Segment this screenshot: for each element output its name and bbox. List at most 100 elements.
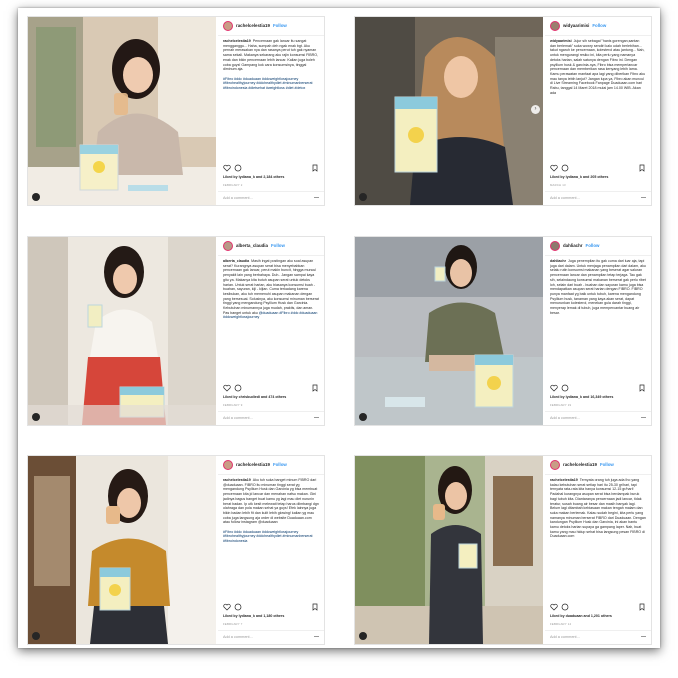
comment-icon[interactable] xyxy=(561,603,569,611)
bookmark-icon[interactable] xyxy=(311,384,319,392)
bookmark-icon[interactable] xyxy=(638,164,646,172)
instagram-icon xyxy=(32,193,40,201)
follow-button[interactable]: Follow xyxy=(273,23,287,28)
post-header: dahliachr Follow xyxy=(545,237,651,256)
likes-count[interactable]: Liked by lydiana_k and 205 others xyxy=(550,175,648,180)
comment-icon[interactable] xyxy=(234,164,242,172)
add-comment-placeholder: Add a comment... xyxy=(550,635,580,639)
post-caption: rachelcelestia19 Aku tuh suka banget minu… xyxy=(223,478,319,598)
heart-icon[interactable] xyxy=(223,603,231,611)
likes-count[interactable]: Liked by chrisbudiedi and 474 others xyxy=(223,395,321,400)
post-header: alberta_claudia Follow xyxy=(218,237,324,256)
instagram-post: rachelcelestia19 Follow rachelcelestia19 P… xyxy=(27,16,325,206)
follow-button[interactable]: Follow xyxy=(592,23,606,28)
likes-count[interactable]: Liked by lydiana_k and 2,184 others xyxy=(223,175,321,180)
add-comment-field[interactable]: Add a comment... xyxy=(545,191,651,205)
post-header: rachelcelestia19 Follow xyxy=(545,456,651,475)
likes-count[interactable]: Liked by lydiana_k and 1,180 others xyxy=(223,614,321,619)
more-options-icon[interactable] xyxy=(314,636,319,637)
add-comment-field[interactable]: Add a comment... xyxy=(545,411,651,425)
post-photo[interactable] xyxy=(28,237,216,425)
caption-hashtags[interactable]: #Fibro #ddc #duaduaan #ddcweightlossjour… xyxy=(223,530,313,543)
add-comment-field[interactable]: Add a comment... xyxy=(545,630,651,644)
more-options-icon[interactable] xyxy=(641,417,646,418)
post-header: widyaarimisi Follow xyxy=(545,17,651,36)
heart-icon[interactable] xyxy=(223,164,231,172)
post-date: FEBRUARY 19 xyxy=(550,403,572,407)
instagram-post: › widyaarimisi Follow widyaarimisi Jujur s… xyxy=(354,16,652,206)
instagram-icon xyxy=(32,632,40,640)
post-actions xyxy=(223,164,319,173)
username[interactable]: rachelcelestia19 Follow xyxy=(563,462,614,468)
post-date: FEBRUARY 7 xyxy=(223,622,243,626)
collage-frame: rachelcelestia19 Follow rachelcelestia19 P… xyxy=(18,8,660,648)
avatar[interactable] xyxy=(550,460,560,470)
post-photo[interactable] xyxy=(355,237,543,425)
post-photo[interactable] xyxy=(28,456,216,644)
add-comment-field[interactable]: Add a comment... xyxy=(218,630,324,644)
caption-username[interactable]: widyaarimisi xyxy=(550,39,572,43)
likes-count[interactable]: Liked by duaduaan and 1,201 others xyxy=(550,614,648,619)
post-sidebar: widyaarimisi Follow widyaarimisi Jujur sih… xyxy=(545,17,651,205)
post-actions xyxy=(550,164,646,173)
heart-icon[interactable] xyxy=(550,603,558,611)
instagram-post: rachelcelestia19 Follow rachelcelestia19 A… xyxy=(27,455,325,645)
caption-text: Aku tuh suka banget minum FIBRO dari @du… xyxy=(223,478,319,525)
comment-icon[interactable] xyxy=(561,164,569,172)
post-actions xyxy=(550,384,646,393)
more-options-icon[interactable] xyxy=(314,197,319,198)
heart-icon[interactable] xyxy=(550,164,558,172)
post-photo[interactable] xyxy=(355,456,543,644)
post-sidebar: rachelcelestia19 Follow rachelcelestia19 P… xyxy=(218,17,324,205)
follow-button[interactable]: Follow xyxy=(600,462,614,467)
comment-icon[interactable] xyxy=(234,603,242,611)
follow-button[interactable]: Follow xyxy=(273,462,287,467)
caption-username[interactable]: dahliachr xyxy=(550,259,566,263)
avatar[interactable] xyxy=(550,21,560,31)
caption-username[interactable]: alberta_claudia xyxy=(223,259,249,263)
more-options-icon[interactable] xyxy=(314,417,319,418)
caption-username[interactable]: rachelcelestia19 xyxy=(223,39,251,43)
add-comment-field[interactable]: Add a comment... xyxy=(218,411,324,425)
follow-button[interactable]: Follow xyxy=(271,243,285,248)
comment-icon[interactable] xyxy=(561,384,569,392)
avatar[interactable] xyxy=(223,241,233,251)
caption-username[interactable]: rachelcelestia19 xyxy=(223,478,251,482)
heart-icon[interactable] xyxy=(223,384,231,392)
username[interactable]: widyaarimisi Follow xyxy=(563,23,606,29)
post-photo[interactable] xyxy=(28,17,216,205)
post-photo[interactable]: › xyxy=(355,17,543,205)
add-comment-placeholder: Add a comment... xyxy=(223,635,253,639)
instagram-post: dahliachr Follow dahliachr Juga penempilan… xyxy=(354,236,652,426)
avatar[interactable] xyxy=(223,460,233,470)
caption-text: Jujur sih sebagai "hanis gorengan,santan… xyxy=(550,39,646,95)
instagram-icon xyxy=(359,413,367,421)
bookmark-icon[interactable] xyxy=(638,603,646,611)
avatar[interactable] xyxy=(223,21,233,31)
post-actions xyxy=(223,384,319,393)
likes-count[interactable]: Liked by lydiana_k and 16,349 others xyxy=(550,395,648,400)
follow-button[interactable]: Follow xyxy=(586,243,600,248)
more-options-icon[interactable] xyxy=(641,636,646,637)
bookmark-icon[interactable] xyxy=(311,603,319,611)
caption-text: Juga penempilan itu gak cuma dari luar a… xyxy=(550,259,646,315)
heart-icon[interactable] xyxy=(550,384,558,392)
instagram-icon xyxy=(32,413,40,421)
post-sidebar: rachelcelestia19 Follow rachelcelestia19 T… xyxy=(545,456,651,644)
username[interactable]: rachelcelestia19 Follow xyxy=(236,462,287,468)
username[interactable]: dahliachr Follow xyxy=(563,243,600,249)
bookmark-icon[interactable] xyxy=(311,164,319,172)
username[interactable]: alberta_claudia Follow xyxy=(236,243,285,249)
username[interactable]: rachelcelestia19 Follow xyxy=(236,23,287,29)
bookmark-icon[interactable] xyxy=(638,384,646,392)
avatar[interactable] xyxy=(550,241,560,251)
add-comment-field[interactable]: Add a comment... xyxy=(218,191,324,205)
caption-hashtags[interactable]: #Fibro #ddc #duaduaan #ddcweightlossjour… xyxy=(223,77,313,90)
caption-username[interactable]: rachelcelestia19 xyxy=(550,478,578,482)
next-arrow-icon[interactable]: › xyxy=(531,105,540,114)
post-date: FEBRUARY 2 xyxy=(223,183,243,187)
comment-icon[interactable] xyxy=(234,384,242,392)
more-options-icon[interactable] xyxy=(641,197,646,198)
post-actions xyxy=(550,603,646,612)
caption-text: Masih ingat postingan aku soal asupan se… xyxy=(223,259,319,315)
